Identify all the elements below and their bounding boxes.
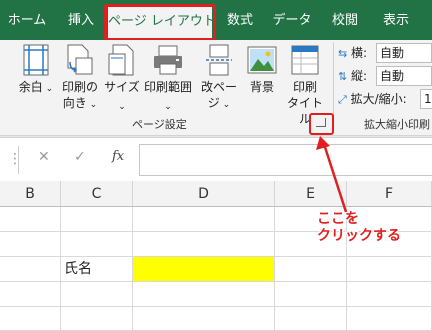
- annotation-line-1: ここを: [317, 211, 359, 227]
- annotation-arrow: [316, 136, 348, 213]
- annotation-text: ここを クリックする: [317, 211, 401, 245]
- annotation-line-2: クリックする: [317, 228, 401, 244]
